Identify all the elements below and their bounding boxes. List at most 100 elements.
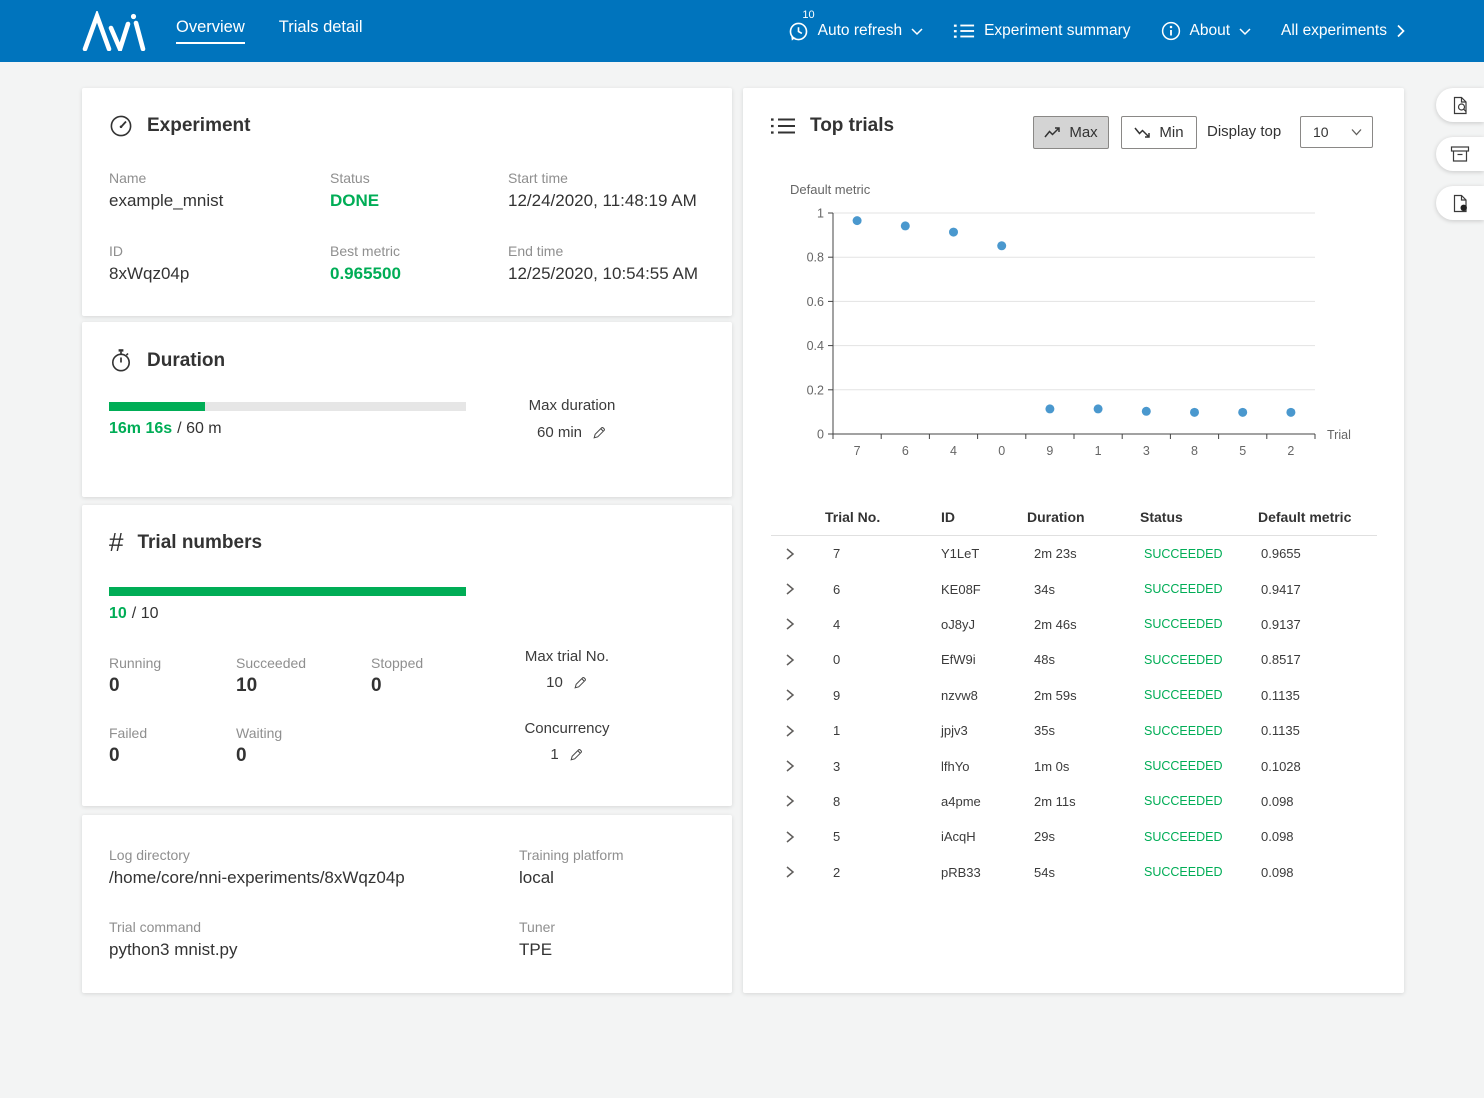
top-trials-title: Top trials [810,115,894,137]
scatter-point[interactable] [1286,408,1295,417]
cell-duration: 2m 11s [1027,794,1140,809]
x-tick-label: 7 [854,444,861,458]
row-expander-icon[interactable] [771,794,815,808]
all-experiments-link[interactable]: All experiments [1281,22,1405,40]
experiment-summary-label: Experiment summary [984,22,1130,40]
table-row[interactable]: 5iAcqH29sSUCCEEDED0.098 [771,819,1377,854]
row-expander-icon[interactable] [771,547,815,561]
min-button[interactable]: Min [1121,116,1197,149]
cell-id: a4pme [941,794,1027,809]
table-row[interactable]: 2pRB3354sSUCCEEDED0.098 [771,855,1377,890]
table-row[interactable]: 0EfW9i48sSUCCEEDED0.8517 [771,642,1377,677]
cell-trial-no: 3 [815,759,941,774]
row-expander-icon[interactable] [771,830,815,844]
cell-status: SUCCEEDED [1140,617,1258,631]
duration-progress-text: 16m 16s/ 60 m [109,420,222,438]
row-expander-icon[interactable] [771,688,815,702]
table-row[interactable]: 4oJ8yJ2m 46sSUCCEEDED0.9137 [771,607,1377,642]
scatter-point[interactable] [1142,407,1151,416]
table-row[interactable]: 1jpjv335sSUCCEEDED0.1135 [771,713,1377,748]
about-menu[interactable]: About [1161,21,1252,41]
table-row[interactable]: 3lfhYo1m 0sSUCCEEDED0.1028 [771,748,1377,783]
scatter-point[interactable] [997,241,1006,250]
top-navbar: Overview Trials detail 10 Auto refresh [0,0,1484,62]
row-expander-icon[interactable] [771,759,815,773]
nav-tab-overview[interactable]: Overview [176,18,245,44]
edit-pencil-icon[interactable] [591,425,607,441]
scatter-point[interactable] [1238,408,1247,417]
succeeded-count: 10 [236,675,306,697]
col-status: Status [1140,509,1258,525]
table-row[interactable]: 8a4pme2m 11sSUCCEEDED0.098 [771,784,1377,819]
cell-status: SUCCEEDED [1140,653,1258,667]
chart-x-axis-title: Trial [1327,428,1351,442]
top-trials-table-body: 7Y1LeT2m 23sSUCCEEDED0.96556KE08F34sSUCC… [771,536,1377,890]
scatter-point[interactable] [1045,404,1054,413]
cell-status: SUCCEEDED [1140,582,1258,596]
chevron-right-icon [1396,24,1405,38]
stat-label: Stopped [371,655,423,671]
row-expander-icon[interactable] [771,617,815,631]
auto-refresh-menu[interactable]: 10 Auto refresh [788,21,923,42]
scatter-point[interactable] [901,221,910,230]
field-label: Name [109,170,223,186]
table-row[interactable]: 6KE08F34sSUCCEEDED0.9417 [771,571,1377,606]
field-label: Trial command [109,919,238,935]
scatter-point[interactable] [853,216,862,225]
x-tick-label: 8 [1191,444,1198,458]
scatter-point[interactable] [949,228,958,237]
hash-icon: # [109,527,123,558]
top-trials-chart: Default metric00.20.40.60.817640913852Tr… [763,173,1403,473]
max-trial-value: 10 [546,674,563,691]
cell-trial-no: 6 [815,582,941,597]
row-expander-icon[interactable] [771,582,815,596]
display-top-dropdown[interactable]: 10 [1300,116,1373,148]
cell-default-metric: 0.8517 [1258,652,1377,667]
scatter-point[interactable] [1190,408,1199,417]
error-file-button[interactable] [1436,186,1484,220]
duration-progress-bar [109,402,466,411]
refresh-clock-icon [788,21,809,42]
cell-duration: 2m 59s [1027,688,1140,703]
trial-numbers-card: # Trial numbers 10/ 10 Running0 Succeede… [82,505,732,806]
cell-trial-no: 4 [815,617,941,632]
stat-label: Running [109,655,161,671]
cell-default-metric: 0.1028 [1258,759,1377,774]
cell-status: SUCCEEDED [1140,830,1258,844]
scatter-point[interactable] [1094,404,1103,413]
field-label: End time [508,243,698,259]
cell-status: SUCCEEDED [1140,759,1258,773]
edit-pencil-icon[interactable] [572,675,588,691]
max-button[interactable]: Max [1033,116,1109,149]
row-expander-icon[interactable] [771,724,815,738]
view-config-button[interactable] [1436,88,1484,122]
table-row[interactable]: 7Y1LeT2m 23sSUCCEEDED0.9655 [771,536,1377,571]
list-icon [770,115,796,137]
start-time: 12/24/2020, 11:48:19 AM [508,191,697,211]
y-tick-label: 0 [817,428,824,442]
x-tick-label: 1 [1095,444,1102,458]
cell-default-metric: 0.1135 [1258,688,1377,703]
stopped-count: 0 [371,675,423,697]
about-label: About [1190,22,1231,40]
table-row[interactable]: 9nzvw82m 59sSUCCEEDED0.1135 [771,678,1377,713]
row-expander-icon[interactable] [771,653,815,667]
top-trials-table: Trial No. ID Duration Status Default met… [771,498,1377,890]
max-duration-value: 60 min [537,424,582,441]
trials-progress-bar [109,587,466,596]
archive-logs-button[interactable] [1436,137,1484,171]
row-expander-icon[interactable] [771,865,815,879]
cell-trial-no: 5 [815,829,941,844]
experiment-summary-button[interactable]: Experiment summary [953,21,1130,41]
top-trials-card: Top trials Max Min Display top 10 Defaul… [743,88,1404,993]
min-button-label: Min [1159,124,1183,141]
trials-done-count: 10 [109,605,127,622]
list-icon [953,21,975,41]
info-icon [1161,21,1181,41]
cell-id: oJ8yJ [941,617,1027,632]
edit-pencil-icon[interactable] [568,747,584,763]
cell-default-metric: 0.098 [1258,865,1377,880]
cell-default-metric: 0.098 [1258,829,1377,844]
col-default-metric: Default metric [1258,509,1377,525]
nav-tab-trials-detail[interactable]: Trials detail [279,18,363,44]
